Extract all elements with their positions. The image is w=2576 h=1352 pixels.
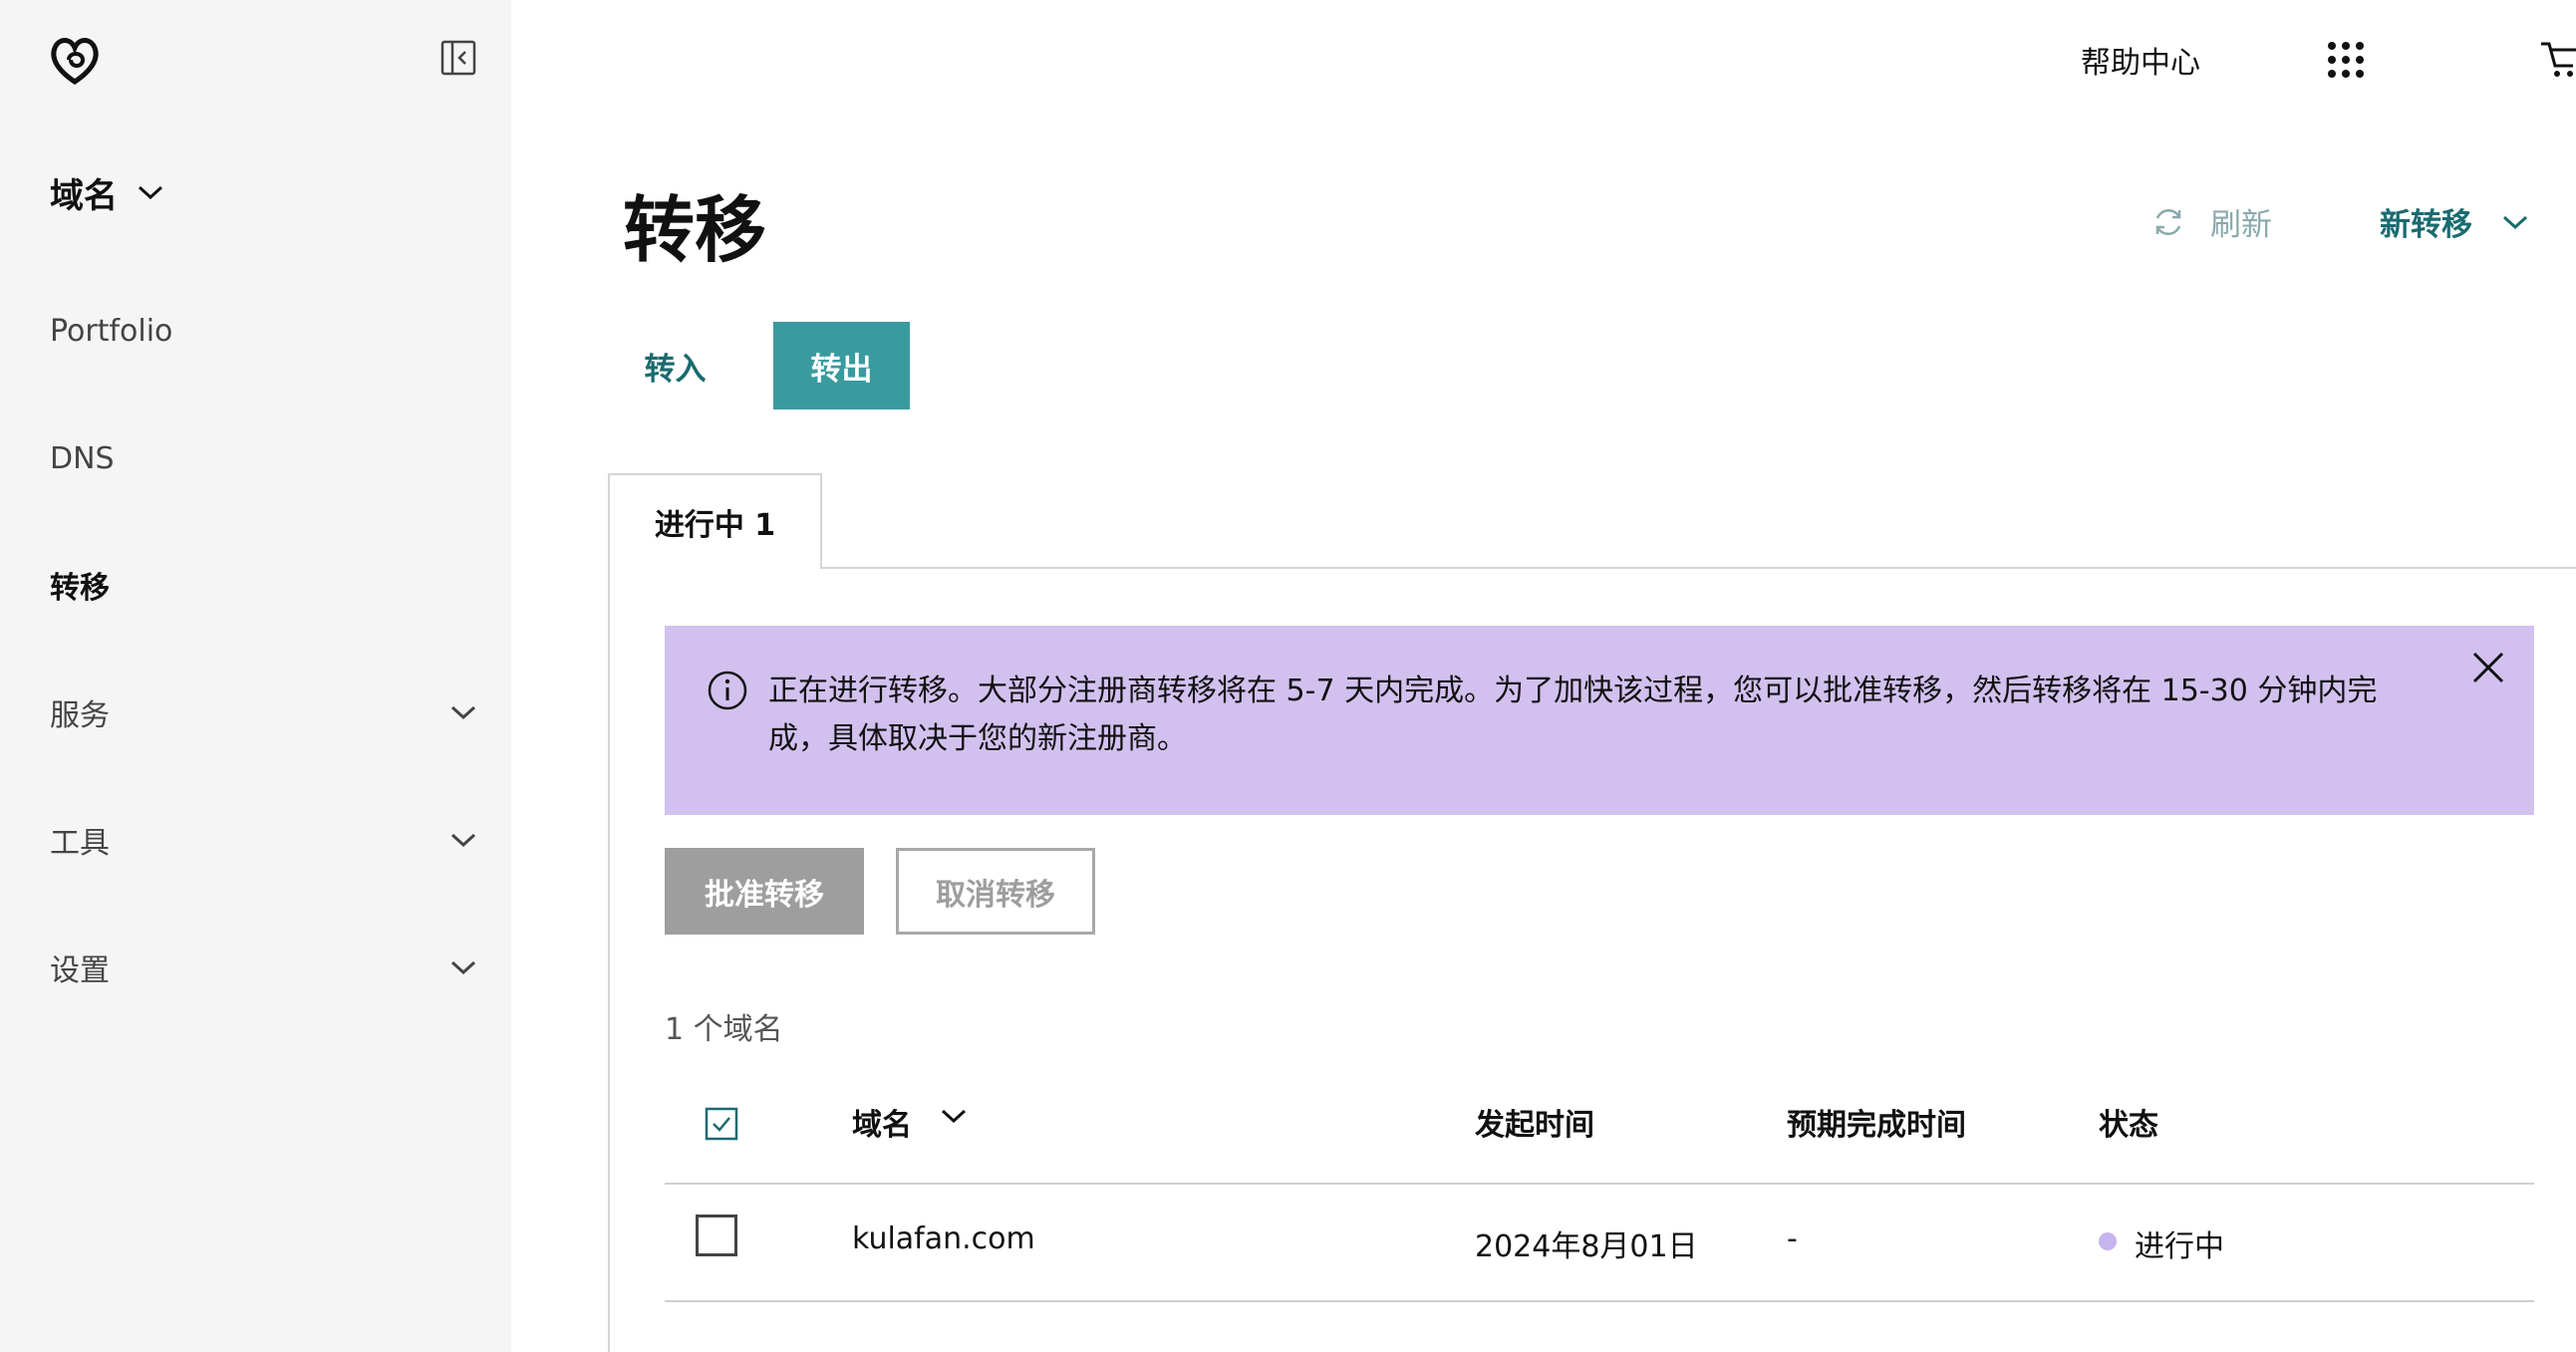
table-row-divider: [665, 1300, 2534, 1302]
sidebar-item-transfer[interactable]: 转移: [50, 555, 478, 615]
sidebar-item-label: 服务: [50, 698, 110, 733]
sidebar-item-tools[interactable]: 工具: [50, 810, 478, 870]
tab-in-progress[interactable]: 进行中 1: [608, 473, 822, 569]
table-header-divider: [665, 1183, 2534, 1185]
sidebar-item-dns[interactable]: DNS: [50, 428, 478, 488]
cell-domain[interactable]: kulafan.com: [852, 1221, 1035, 1256]
sidebar-item-settings[interactable]: 设置: [50, 938, 478, 997]
cell-initiated: 2024年8月01日: [1475, 1229, 1698, 1264]
collapse-sidebar-icon[interactable]: [438, 38, 478, 78]
help-center-link[interactable]: 帮助中心: [2081, 38, 2200, 82]
logo-icon[interactable]: [45, 30, 105, 90]
refresh-label: 刷新: [2210, 207, 2272, 243]
chevron-down-icon: [450, 833, 476, 848]
approve-transfer-button[interactable]: 批准转移: [665, 848, 864, 935]
transfer-in-toggle[interactable]: 转入: [608, 322, 742, 409]
content-border: [608, 567, 610, 1352]
row-checkbox[interactable]: [696, 1215, 737, 1256]
sidebar-item-label: DNS: [50, 440, 115, 476]
new-transfer-dropdown[interactable]: 新转移: [2380, 199, 2530, 244]
sidebar-item-services[interactable]: 服务: [50, 682, 478, 742]
refresh-button[interactable]: 刷新: [2150, 199, 2272, 244]
column-header-domain[interactable]: 域名: [852, 1100, 912, 1144]
chevron-down-icon: [138, 185, 163, 200]
transfer-out-toggle[interactable]: 转出: [773, 322, 910, 409]
cancel-transfer-button[interactable]: 取消转移: [896, 848, 1095, 935]
chevron-down-icon: [450, 960, 476, 975]
sidebar: 域名 Portfolio DNS 转移 服务 工具 设置: [0, 0, 511, 1352]
sort-chevron-down-icon[interactable]: [939, 1106, 969, 1126]
status-dot-icon: [2099, 1232, 2117, 1250]
sidebar-section-label: 域名: [50, 175, 118, 216]
sidebar-section-domains[interactable]: 域名: [50, 167, 165, 217]
sidebar-item-label: Portfolio: [50, 313, 173, 349]
column-header-status: 状态: [2099, 1108, 2158, 1143]
alert-message: 正在进行转移。大部分注册商转移将在 5-7 天内完成。为了加快该过程，您可以批准…: [768, 674, 2378, 756]
chevron-down-icon: [2502, 215, 2528, 229]
cell-expected: -: [1787, 1221, 1798, 1256]
cart-icon[interactable]: [2539, 38, 2576, 82]
refresh-icon: [2155, 208, 2181, 235]
close-icon[interactable]: [2468, 648, 2508, 687]
sidebar-item-label: 工具: [50, 826, 110, 861]
chevron-down-icon: [450, 705, 476, 720]
sidebar-item-label: 转移: [50, 571, 110, 606]
page-title: 转移: [623, 188, 767, 272]
sidebar-item-label: 设置: [50, 953, 110, 988]
domain-count: 1 个域名: [665, 1012, 783, 1047]
sidebar-item-portfolio[interactable]: Portfolio: [50, 301, 478, 361]
info-alert: 正在进行转移。大部分注册商转移将在 5-7 天内完成。为了加快该过程，您可以批准…: [665, 626, 2534, 815]
info-icon: [708, 671, 747, 710]
cell-status: 进行中: [2135, 1229, 2224, 1264]
new-transfer-label: 新转移: [2380, 207, 2472, 243]
tabs-divider: [608, 567, 2576, 569]
column-header-expected: 预期完成时间: [1787, 1108, 1966, 1143]
apps-grid-icon[interactable]: [2326, 40, 2366, 80]
select-all-checkbox[interactable]: [705, 1107, 738, 1141]
column-header-initiated: 发起时间: [1475, 1108, 1594, 1143]
